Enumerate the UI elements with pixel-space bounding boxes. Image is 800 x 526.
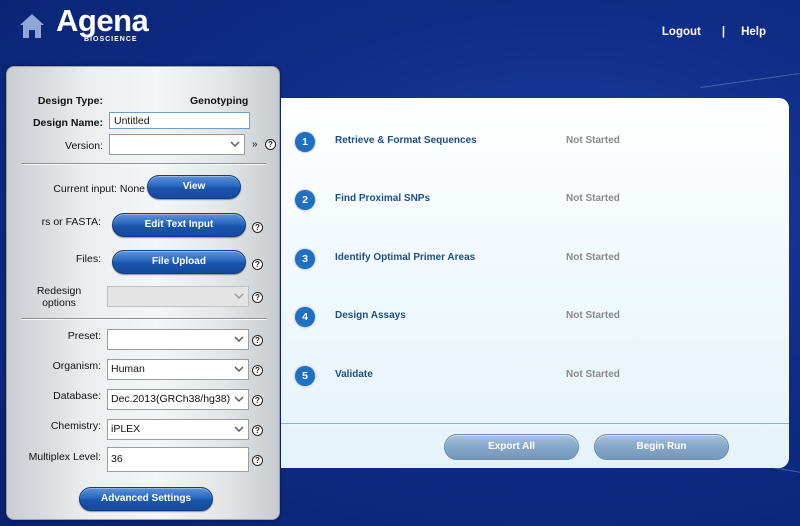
step-status: Not Started — [566, 310, 620, 321]
step-label: Retrieve & Format Sequences — [335, 135, 477, 146]
multiplex-level-label: Multiplex Level: — [28, 451, 101, 463]
panel-divider — [281, 423, 789, 424]
background-line — [700, 73, 800, 88]
organism-label: Organism: — [52, 360, 101, 372]
help-icon[interactable]: ? — [252, 425, 263, 436]
logout-link[interactable]: Logout — [662, 26, 701, 38]
redesign-label-line1: Redesign — [36, 285, 82, 297]
design-type-label: Design Type: — [37, 95, 103, 107]
step-number-badge: 2 — [295, 190, 315, 210]
step-row: 1 Retrieve & Format Sequences Not Starte… — [295, 132, 620, 152]
step-row: 3 Identify Optimal Primer Areas Not Star… — [295, 249, 620, 269]
help-icon[interactable]: ? — [252, 335, 263, 346]
step-label: Validate — [335, 369, 373, 380]
step-number-badge: 5 — [295, 366, 315, 386]
export-all-button[interactable]: Export All — [444, 434, 579, 460]
file-upload-button[interactable]: File Upload — [112, 250, 246, 274]
help-icon[interactable]: ? — [252, 395, 263, 406]
section-divider — [21, 163, 267, 165]
version-select[interactable] — [109, 134, 245, 155]
view-button[interactable]: View — [147, 175, 241, 199]
multiplex-level-value: 36 — [111, 453, 123, 465]
step-label: Design Assays — [335, 310, 406, 321]
step-status: Not Started — [566, 252, 620, 263]
step-status: Not Started — [566, 193, 620, 204]
step-number-badge: 4 — [295, 307, 315, 327]
step-row: 4 Design Assays Not Started — [295, 307, 620, 327]
chevron-down-icon — [234, 336, 244, 342]
help-icon[interactable]: ? — [252, 365, 263, 376]
chevron-down-icon — [234, 366, 244, 372]
help-icon[interactable]: ? — [252, 455, 263, 466]
help-link[interactable]: Help — [741, 26, 766, 38]
step-status: Not Started — [566, 135, 620, 146]
redesign-options-select[interactable] — [107, 286, 249, 307]
step-row: 2 Find Proximal SNPs Not Started — [295, 190, 620, 210]
advanced-settings-button[interactable]: Advanced Settings — [79, 487, 213, 511]
home-icon[interactable] — [19, 13, 45, 39]
redesign-label-line2: options — [42, 297, 76, 309]
step-status: Not Started — [566, 369, 620, 380]
design-name-label: Design Name: — [32, 117, 103, 129]
redesign-options-label: Redesign options — [17, 285, 101, 309]
chevron-down-icon — [234, 396, 244, 402]
current-input-label: Current input: None — [17, 183, 145, 195]
current-input-label-text: Current input: — [53, 183, 117, 195]
preset-label: Preset: — [67, 330, 101, 342]
database-value: Dec.2013(GRCh38/hg38) — [111, 393, 231, 405]
begin-run-button[interactable]: Begin Run — [594, 434, 729, 460]
current-input-value: None — [119, 183, 145, 195]
design-name-input[interactable] — [109, 112, 250, 129]
step-number-badge: 3 — [295, 249, 315, 269]
version-arrow-icon[interactable]: » — [252, 139, 258, 150]
version-label: Version: — [65, 140, 103, 152]
preset-select[interactable] — [107, 329, 249, 350]
logo-text: Agena — [56, 3, 149, 38]
database-select[interactable]: Dec.2013(GRCh38/hg38) — [107, 389, 249, 410]
step-label: Identify Optimal Primer Areas — [335, 252, 476, 263]
logo-subtext: BIOSCIENCE — [84, 36, 138, 43]
help-icon[interactable]: ? — [252, 292, 263, 303]
organism-select[interactable]: Human — [107, 359, 249, 380]
rs-fasta-label: rs or FASTA: — [41, 216, 101, 228]
chemistry-select[interactable]: iPLEX — [107, 419, 249, 440]
multiplex-level-input[interactable]: 36 — [107, 447, 249, 472]
help-icon[interactable]: ? — [252, 259, 263, 270]
top-nav: Logout | Help — [662, 26, 766, 38]
section-divider — [21, 318, 267, 320]
chevron-down-icon — [234, 426, 244, 432]
design-type-value: Genotyping — [190, 95, 249, 107]
step-row: 5 Validate Not Started — [295, 366, 620, 386]
files-label: Files: — [75, 253, 101, 265]
run-steps-panel: 1 Retrieve & Format Sequences Not Starte… — [281, 98, 789, 468]
step-label: Find Proximal SNPs — [335, 193, 431, 204]
step-number-badge: 1 — [295, 132, 315, 152]
chemistry-label: Chemistry: — [50, 420, 101, 432]
help-icon[interactable]: ? — [252, 222, 263, 233]
chemistry-value: iPLEX — [111, 423, 141, 435]
database-label: Database: — [53, 390, 101, 402]
chevron-down-icon — [234, 293, 244, 299]
edit-text-input-button[interactable]: Edit Text Input — [112, 213, 246, 237]
organism-value: Human — [111, 363, 145, 375]
help-icon[interactable]: ? — [265, 139, 276, 150]
nav-separator: | — [721, 26, 726, 38]
agena-logo: Agena BIOSCIENCE — [56, 3, 152, 43]
chevron-down-icon — [230, 141, 240, 147]
design-settings-panel: Design Type: Genotyping Design Name: Ver… — [6, 66, 280, 520]
